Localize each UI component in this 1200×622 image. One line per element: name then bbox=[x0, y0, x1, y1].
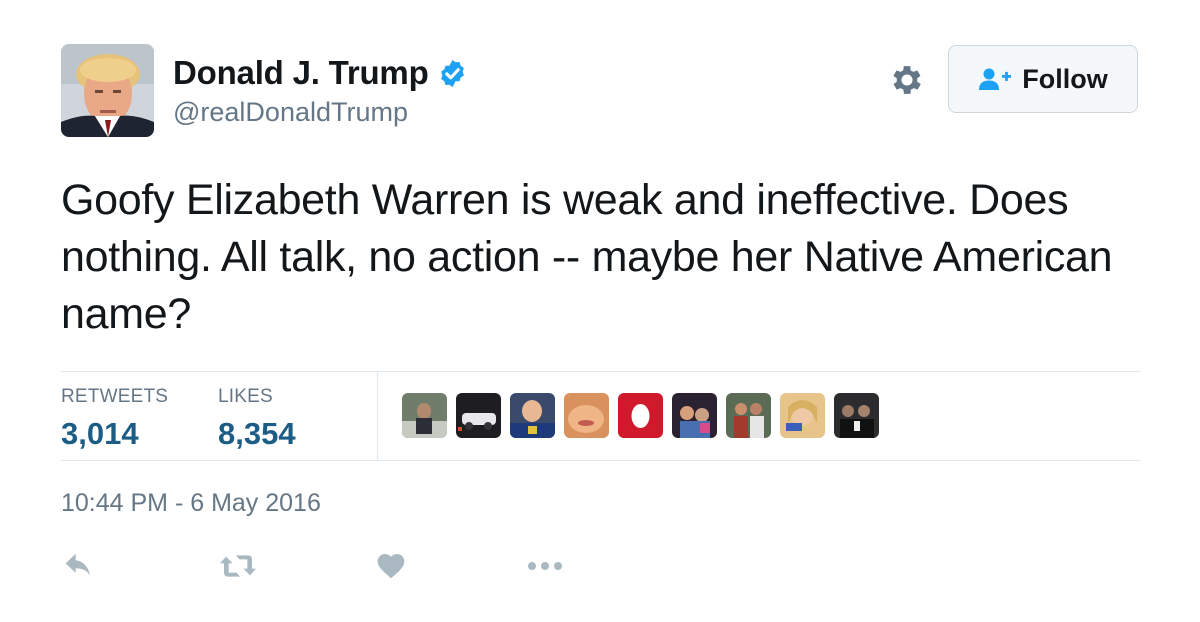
author-name-row: Donald J. Trump bbox=[173, 54, 468, 92]
tweet-timestamp[interactable]: 10:44 PM - 6 May 2016 bbox=[61, 489, 321, 518]
divider bbox=[61, 371, 1141, 372]
verified-badge-icon bbox=[437, 58, 468, 89]
avatar[interactable] bbox=[61, 44, 154, 137]
likers-avatar-list bbox=[402, 393, 879, 438]
liker-avatar[interactable] bbox=[456, 393, 501, 438]
retweet-icon[interactable] bbox=[218, 550, 258, 582]
retweets-count: 3,014 bbox=[61, 416, 139, 451]
author-name[interactable]: Donald J. Trump bbox=[173, 54, 429, 92]
retweet-stat[interactable]: RETWEETS 3,014 bbox=[61, 386, 168, 452]
tweet-text: Goofy Elizabeth Warren is weak and ineff… bbox=[61, 176, 1113, 338]
likes-label: LIKES bbox=[218, 386, 273, 407]
more-icon[interactable] bbox=[525, 550, 565, 582]
liker-avatar[interactable] bbox=[402, 393, 447, 438]
stats-separator bbox=[377, 372, 378, 460]
likes-stat[interactable]: LIKES 8,354 bbox=[218, 386, 296, 452]
author-handle[interactable]: @realDonaldTrump bbox=[173, 97, 408, 128]
liker-avatar[interactable] bbox=[780, 393, 825, 438]
add-user-icon bbox=[979, 68, 1012, 90]
retweets-label: RETWEETS bbox=[61, 386, 169, 407]
gear-icon[interactable] bbox=[888, 61, 926, 99]
liker-avatar[interactable] bbox=[672, 393, 717, 438]
follow-label: Follow bbox=[1022, 63, 1108, 94]
liker-avatar[interactable] bbox=[726, 393, 771, 438]
liker-avatar[interactable] bbox=[510, 393, 555, 438]
liker-avatar[interactable] bbox=[834, 393, 879, 438]
reply-icon[interactable] bbox=[63, 550, 95, 582]
liker-avatar[interactable] bbox=[618, 393, 663, 438]
heart-icon[interactable] bbox=[375, 550, 407, 582]
divider bbox=[61, 460, 1141, 461]
likes-count: 8,354 bbox=[218, 416, 296, 451]
liker-avatar[interactable] bbox=[564, 393, 609, 438]
tweet-card: Donald J. Trump @realDonaldTrump Follow … bbox=[0, 0, 1200, 622]
follow-button[interactable]: Follow bbox=[948, 45, 1138, 113]
